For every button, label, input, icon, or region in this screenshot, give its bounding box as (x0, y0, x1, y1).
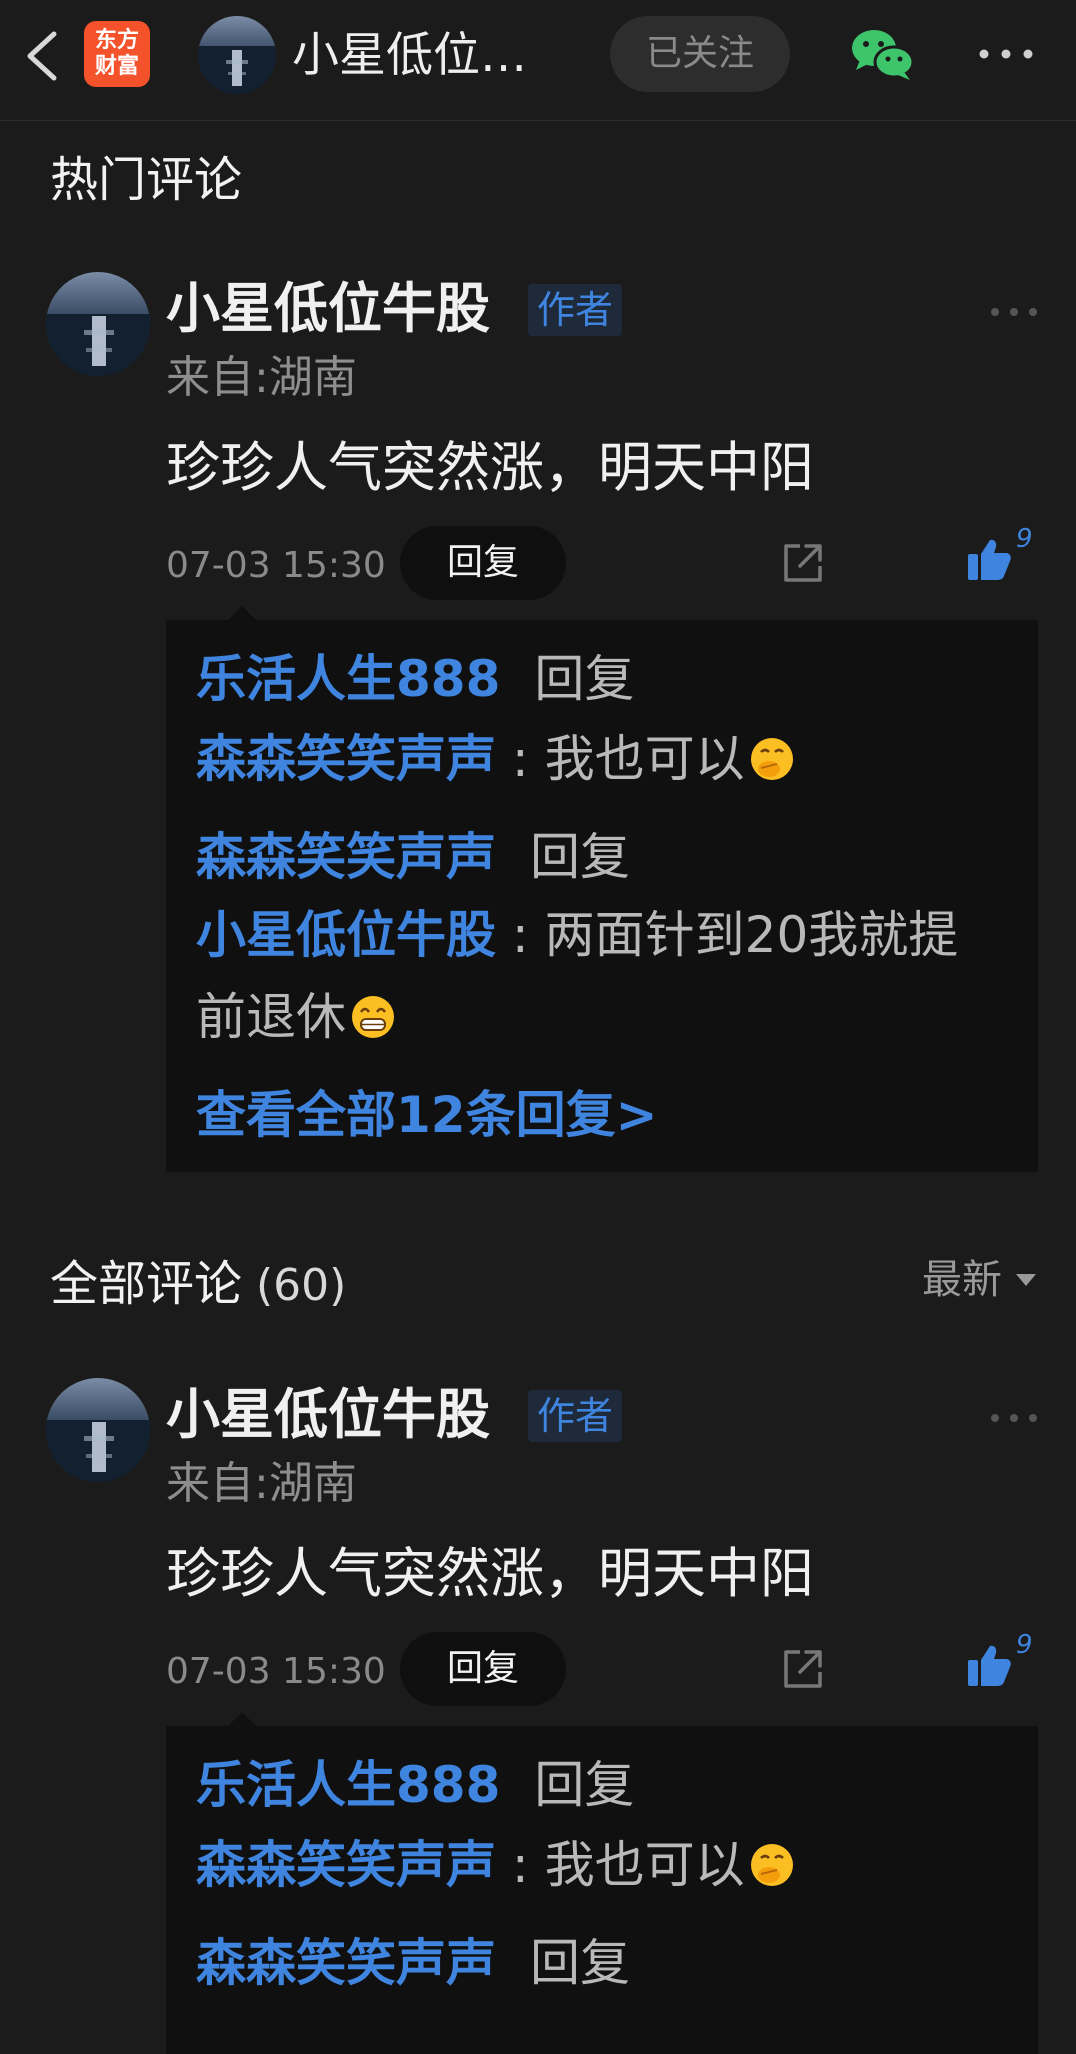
reply-text-continued: 前退休 (196, 988, 346, 1046)
app-logo: 东方 财富 (84, 21, 150, 87)
more-icon[interactable] (978, 42, 1034, 66)
avatar[interactable] (198, 16, 276, 94)
follow-button[interactable]: 已关注 (610, 16, 790, 92)
reply-to-user[interactable]: 森森笑笑声声 (196, 1836, 496, 1894)
comment-author[interactable]: 小星低位牛股 (166, 276, 490, 342)
all-comments-title: 全部评论 (60) (50, 1254, 346, 1316)
reply-item[interactable]: 森森笑笑声声 : 我也可以 (196, 1834, 1016, 1896)
reply-verb: 回复 (534, 650, 635, 708)
more-icon[interactable] (990, 302, 1038, 322)
comment-location: 来自:湖南 (166, 352, 357, 403)
reply-to-user[interactable]: 小星低位牛股 (196, 906, 496, 964)
reply-button[interactable]: 回复 (400, 526, 566, 600)
like-count: 9 (1016, 1630, 1033, 1660)
avatar[interactable] (46, 272, 150, 376)
all-comments-label: 全部评论 (50, 1256, 243, 1312)
reply-verb: 回复 (530, 1934, 630, 1992)
reply-verb: 回复 (530, 828, 630, 886)
reply-to-user[interactable]: 森森笑笑声声 (196, 730, 496, 788)
comment-text: 珍珍人气突然涨，明天中阳 (166, 1542, 814, 1605)
author-badge: 作者 (528, 1390, 622, 1442)
thumbs-up-icon[interactable] (966, 1642, 1012, 1688)
comment-count: (60) (256, 1260, 347, 1311)
reply-text: 两面针到20我就提 (544, 906, 959, 964)
page-title: 小星低位… (292, 28, 527, 83)
comment-author[interactable]: 小星低位牛股 (166, 1382, 490, 1448)
comment-card: 小星低位牛股 作者 来自:湖南 珍珍人气突然涨，明天中阳 07-03 15:30… (0, 272, 1076, 1207)
comment-text: 珍珍人气突然涨，明天中阳 (166, 436, 814, 499)
share-icon[interactable] (780, 1646, 826, 1692)
grinning-teeth-emoji-icon (352, 996, 394, 1038)
reply-from-user[interactable]: 森森笑笑声声 (196, 1934, 496, 1992)
comment-location: 来自:湖南 (166, 1458, 357, 1509)
reply-item[interactable]: 森森笑笑声声 回复 (196, 826, 1016, 888)
reply-item[interactable]: 森森笑笑声声 回复 (196, 1932, 1016, 1994)
top-bar: 东方 财富 小星低位… 已关注 (0, 0, 1076, 121)
hot-comments-title: 热门评论 (50, 152, 243, 208)
reply-text: 我也可以 (544, 730, 745, 788)
reply-from-user[interactable]: 森森笑笑声声 (196, 828, 496, 886)
caret-down-icon (1016, 1274, 1036, 1286)
thumbs-up-icon[interactable] (966, 536, 1012, 582)
app-logo-line2: 财富 (94, 54, 139, 79)
reply-box: 乐活人生888 回复 森森笑笑声声 : 我也可以 森森笑笑声声 回复 小星低位牛股 … (166, 606, 1038, 1172)
reply-box: 乐活人生888 回复 森森笑笑声声 : 我也可以 森森笑笑声声 回复 (166, 1712, 1038, 2054)
comment-time: 07-03 15:30 (166, 1651, 386, 1692)
reply-verb: 回复 (534, 1756, 635, 1814)
app-logo-line1: 东方 (94, 28, 139, 53)
hand-over-mouth-emoji-icon (750, 738, 793, 780)
sort-label: 最新 (922, 1257, 1002, 1303)
reply-item[interactable]: 乐活人生888 回复 (196, 648, 1016, 710)
comment-time: 07-03 15:30 (166, 545, 386, 586)
author-badge: 作者 (528, 284, 622, 336)
wechat-icon[interactable] (850, 26, 916, 84)
reply-item[interactable]: 森森笑笑声声 : 我也可以 (196, 728, 1016, 790)
reply-item[interactable]: 乐活人生888 回复 (196, 1754, 1016, 1816)
view-all-replies-link[interactable]: 查看全部12条回复> (196, 1084, 657, 1146)
more-icon[interactable] (990, 1408, 1038, 1428)
share-icon[interactable] (780, 540, 826, 586)
like-count: 9 (1016, 524, 1033, 554)
reply-button[interactable]: 回复 (400, 1632, 566, 1706)
sort-dropdown[interactable]: 最新 (922, 1252, 1036, 1308)
reply-box-notch (228, 606, 256, 620)
avatar[interactable] (46, 1378, 150, 1482)
back-icon[interactable] (22, 28, 62, 84)
reply-text: 我也可以 (544, 1836, 745, 1894)
reply-item[interactable]: 小星低位牛股 : 两面针到20我就提 (196, 904, 1016, 966)
reply-item[interactable]: 前退休 (196, 986, 1016, 1048)
hand-over-mouth-emoji-icon (750, 1844, 793, 1886)
reply-from-user[interactable]: 乐活人生888 (196, 1756, 500, 1814)
reply-box-notch (228, 1712, 256, 1726)
reply-from-user[interactable]: 乐活人生888 (196, 650, 500, 708)
comments-page: 东方 财富 小星低位… 已关注 热门评论 小星低位牛股 作者 来自:湖南 珍珍人… (0, 0, 1076, 2054)
comment-card: 小星低位牛股 作者 来自:湖南 珍珍人气突然涨，明天中阳 07-03 15:30… (0, 1378, 1076, 2054)
